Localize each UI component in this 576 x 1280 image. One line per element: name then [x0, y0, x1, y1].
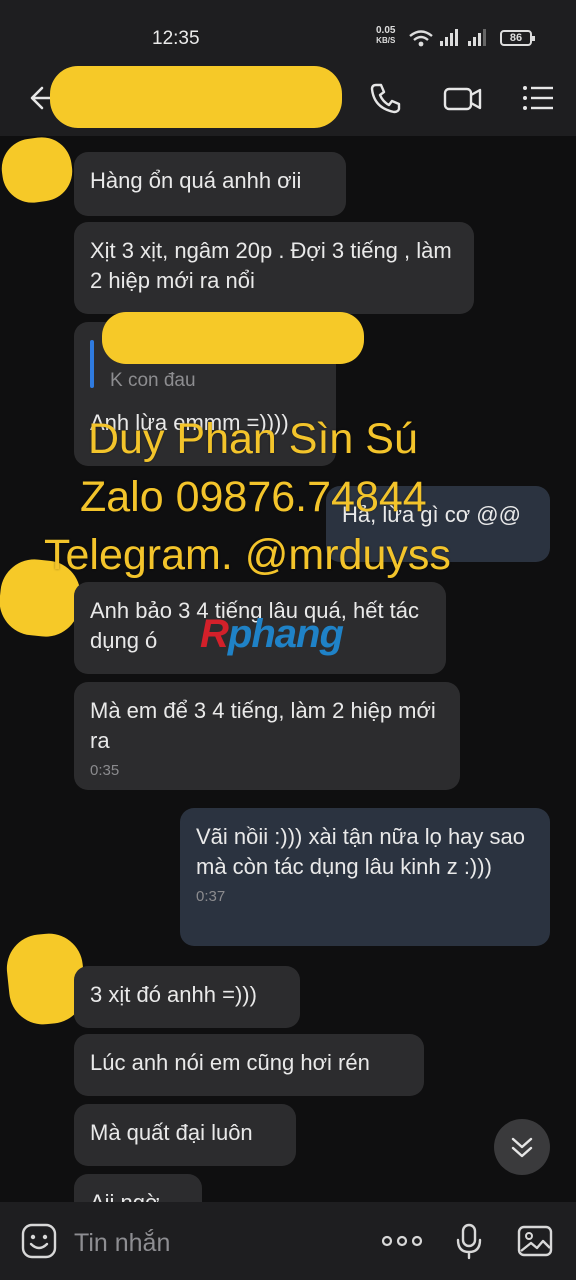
status-bar: 12:35 0.05 KB/S 86	[0, 0, 576, 58]
microphone-icon[interactable]	[450, 1222, 488, 1260]
rphang-logo: Rphang	[200, 612, 344, 657]
redacted-avatar	[0, 136, 77, 207]
message-bubble[interactable]: Mà quất đại luôn	[74, 1104, 296, 1166]
message-text: Hàng ổn quá anhh ơii	[90, 168, 302, 193]
message-bubble[interactable]: Aii ngờ...	[74, 1174, 202, 1202]
message-bubble[interactable]: Vãi nồii :))) xài tận nữa lọ hay sao mà …	[180, 808, 550, 946]
watermark-line-3: Telegram. @mrduyss	[44, 531, 451, 579]
redacted-quote-author	[102, 312, 364, 364]
chat-header	[0, 58, 576, 136]
watermark-line-2: Zalo 09876.74844	[80, 473, 427, 521]
message-input[interactable]: Tin nhắn	[74, 1229, 170, 1258]
quoted-text: K con đau	[110, 370, 196, 391]
more-dots-icon[interactable]	[380, 1222, 424, 1260]
message-input-bar: Tin nhắn	[0, 1202, 576, 1280]
message-text: 3 xịt đó anhh =)))	[90, 982, 257, 1007]
message-text: Xịt 3 xịt, ngâm 20p . Đợi 3 tiếng , làm …	[90, 238, 452, 293]
network-speed-unit: KB/S	[376, 36, 396, 45]
status-time: 12:35	[152, 28, 200, 49]
message-text: Lúc anh nói em cũng hơi rén	[90, 1050, 370, 1075]
message-text: Mà em để 3 4 tiếng, làm 2 hiệp mới ra	[90, 698, 436, 753]
message-bubble[interactable]: Hàng ổn quá anhh ơii	[74, 152, 346, 216]
emoji-face-icon[interactable]	[20, 1222, 58, 1260]
quote-bar	[90, 340, 94, 388]
message-text: Mà quất đại luôn	[90, 1120, 253, 1145]
message-bubble[interactable]: Lúc anh nói em cũng hơi rén	[74, 1034, 424, 1096]
battery-indicator: 86	[500, 30, 535, 46]
image-gallery-icon[interactable]	[516, 1222, 554, 1260]
message-time: 0:37	[196, 888, 226, 905]
message-list[interactable]: Hàng ổn quá anhh ơii Xịt 3 xịt, ngâm 20p…	[0, 136, 576, 1202]
message-time: 0:35	[90, 762, 120, 779]
network-speed-value: 0.05	[376, 25, 396, 36]
message-bubble[interactable]: Xịt 3 xịt, ngâm 20p . Đợi 3 tiếng , làm …	[74, 222, 474, 314]
message-text: Aii ngờ...	[90, 1190, 178, 1202]
double-chevron-down-icon	[511, 1137, 533, 1158]
redacted-contact-name	[50, 66, 342, 128]
menu-list-icon[interactable]	[520, 80, 556, 116]
watermark-line-1: Duy Phan Sìn Sú	[88, 415, 418, 463]
message-bubble[interactable]: Mà em để 3 4 tiếng, làm 2 hiệp mới ra 0:…	[74, 682, 460, 790]
signal-wifi-icon	[409, 29, 486, 47]
network-speed: 0.05 KB/S	[376, 26, 395, 46]
logo-word: phang	[227, 612, 344, 656]
logo-letter: R	[200, 612, 229, 656]
message-text: Vãi nồii :))) xài tận nữa lọ hay sao mà …	[196, 824, 526, 879]
scroll-to-bottom-button[interactable]	[494, 1119, 550, 1175]
message-bubble[interactable]: 3 xịt đó anhh =)))	[74, 966, 300, 1028]
phone-icon[interactable]	[368, 80, 404, 116]
video-camera-icon[interactable]	[442, 80, 484, 116]
